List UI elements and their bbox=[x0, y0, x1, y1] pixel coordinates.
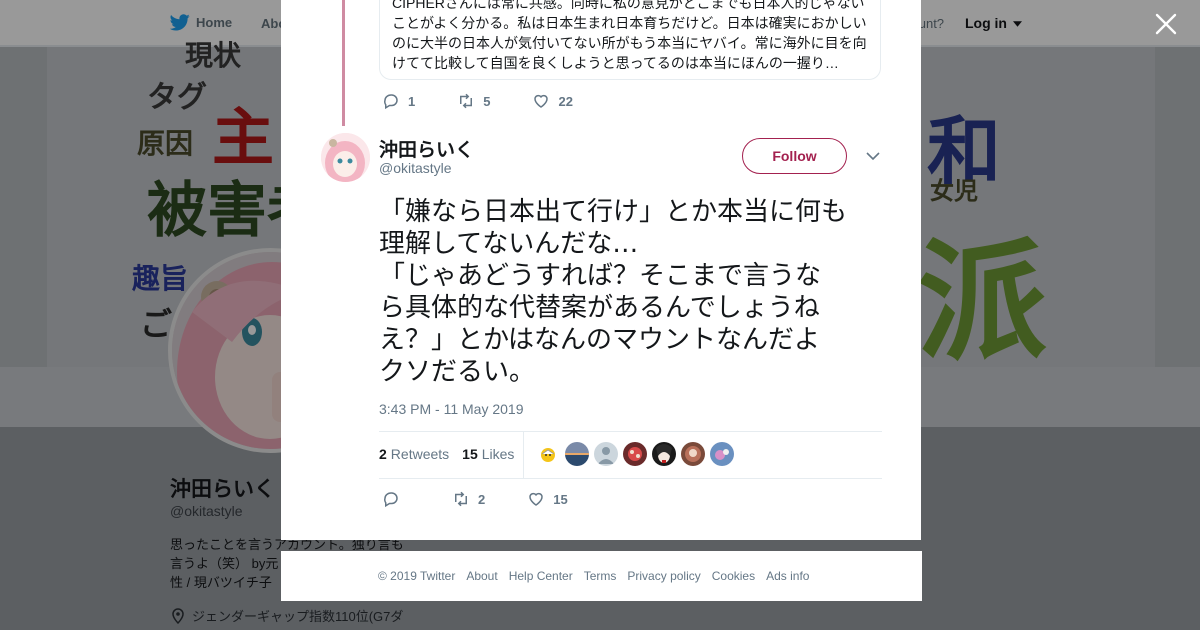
illustration-avatar bbox=[652, 442, 676, 466]
heart-icon bbox=[529, 492, 543, 506]
tweet-timestamp[interactable]: 3:43 PM - 11 May 2019 bbox=[379, 401, 523, 417]
footer-copyright: © 2019 Twitter bbox=[378, 569, 456, 583]
footer-link-ads-info[interactable]: Ads info bbox=[766, 569, 809, 583]
retweet-button[interactable]: 2 bbox=[452, 490, 485, 508]
liker-avatar[interactable] bbox=[681, 442, 705, 466]
tweet-text-line: 「嫌なら日本出て行け」とか本当に何も bbox=[379, 197, 848, 227]
engagement-counts: 2 Retweets 15 Likes bbox=[379, 446, 527, 462]
previous-like-button[interactable]: 22 bbox=[532, 92, 573, 110]
liker-avatar[interactable] bbox=[594, 442, 618, 466]
heart-icon bbox=[534, 94, 549, 108]
liker-avatar[interactable] bbox=[565, 442, 589, 466]
tweet-text-line: え？」とかはなんのマウントなんだよ bbox=[379, 325, 820, 355]
retweet-icon bbox=[455, 491, 467, 507]
tweet-actions: 2 15 bbox=[382, 490, 610, 508]
illustration-avatar bbox=[710, 442, 734, 466]
reply-icon bbox=[384, 492, 398, 508]
modal-footer: © 2019 Twitter About Help Center Terms P… bbox=[281, 551, 922, 601]
footer-link-terms[interactable]: Terms bbox=[584, 569, 617, 583]
like-count: 15 bbox=[553, 491, 568, 507]
likes-count-link[interactable]: 15 Likes bbox=[462, 446, 514, 462]
previous-retweet-button[interactable]: 5 bbox=[457, 92, 490, 110]
tweet-text-line: ら具体的な代替案があるんでしょうね bbox=[379, 293, 820, 323]
liker-avatar[interactable] bbox=[652, 442, 676, 466]
previous-tweet-card[interactable]: CIPHERさんには常に共感。同時に私の意見がどこまでも日本人的じゃない ことが… bbox=[379, 0, 881, 80]
reply-icon bbox=[384, 94, 398, 110]
conversation-thread-line bbox=[342, 0, 345, 126]
liker-avatar[interactable] bbox=[536, 442, 560, 466]
chevron-down-icon[interactable] bbox=[865, 148, 881, 164]
tweet-text-line: 理解してないんだな… bbox=[379, 229, 639, 259]
like-button[interactable]: 15 bbox=[527, 490, 568, 508]
author-name[interactable]: 沖田らいく bbox=[379, 135, 474, 162]
previous-tweet-text-line: けてて比較して自国を良くしようと思ってるのは本当にほんの一握り… bbox=[392, 55, 839, 71]
footer-link-cookies[interactable]: Cookies bbox=[712, 569, 755, 583]
retweets-count-link[interactable]: 2 Retweets bbox=[379, 446, 449, 462]
retweet-count: 5 bbox=[483, 93, 491, 109]
default-user-avatar bbox=[594, 442, 618, 466]
liker-avatar[interactable] bbox=[710, 442, 734, 466]
divider bbox=[379, 431, 882, 432]
liker-avatar[interactable] bbox=[623, 442, 647, 466]
previous-tweet-actions: 1 5 22 bbox=[382, 92, 615, 110]
reply-button[interactable] bbox=[382, 490, 400, 508]
likes-label: Likes bbox=[481, 446, 515, 462]
reply-count: 1 bbox=[408, 93, 416, 109]
follow-button[interactable]: Follow bbox=[742, 138, 847, 174]
liker-avatars bbox=[536, 442, 734, 466]
author-handle[interactable]: @okitastyle bbox=[379, 160, 452, 176]
anime-avatar-illustration bbox=[321, 133, 370, 182]
vertical-separator bbox=[523, 432, 524, 478]
illustration-avatar bbox=[623, 442, 647, 466]
previous-reply-button[interactable]: 1 bbox=[382, 92, 415, 110]
close-icon[interactable] bbox=[1154, 12, 1178, 36]
retweets-number: 2 bbox=[379, 446, 387, 462]
footer-link-about[interactable]: About bbox=[466, 569, 497, 583]
retweets-label: Retweets bbox=[390, 446, 450, 462]
author-avatar[interactable] bbox=[321, 133, 370, 182]
tweet-permalink-modal: CIPHERさんには常に共感。同時に私の意見がどこまでも日本人的じゃない ことが… bbox=[281, 0, 921, 540]
footer-link-privacy[interactable]: Privacy policy bbox=[627, 569, 700, 583]
illustration-avatar bbox=[681, 442, 705, 466]
likes-number: 15 bbox=[462, 446, 478, 462]
sunset-avatar bbox=[565, 442, 589, 466]
previous-tweet-text-line: CIPHERさんには常に共感。同時に私の意見がどこまでも日本人的じゃない bbox=[392, 0, 865, 11]
like-count: 22 bbox=[558, 93, 573, 109]
retweet-count: 2 bbox=[478, 491, 486, 507]
retweet-icon bbox=[460, 93, 473, 109]
previous-tweet-text-line: のに大半の日本人が気付いてない所がもう本当にヤバイ。常に海外に目を向 bbox=[392, 35, 867, 51]
footer-link-help-center[interactable]: Help Center bbox=[509, 569, 573, 583]
tweet-text-line: クソだるい。 bbox=[379, 357, 536, 387]
previous-tweet-text-line: ことがよく分かる。私は日本生まれ日本育ちだけど。日本は確実におかしい bbox=[392, 15, 867, 31]
tweet-text: 「嫌なら日本出て行け」とか本当に何も 理解してないんだな… 「じゃあどうすれば？… bbox=[379, 196, 889, 388]
divider bbox=[379, 478, 882, 479]
chick-avatar bbox=[536, 442, 560, 466]
tweet-text-line: 「じゃあどうすれば？そこまで言うな bbox=[379, 261, 822, 291]
